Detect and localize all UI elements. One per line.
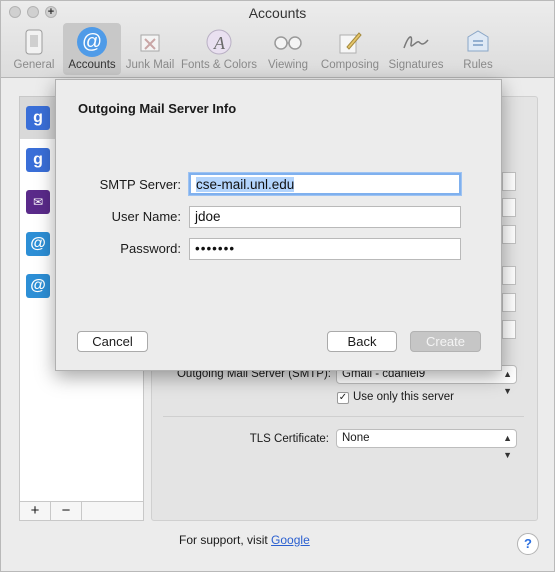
tab-signatures-label: Signatures bbox=[388, 59, 444, 71]
password-input[interactable]: ••••••• bbox=[189, 238, 461, 260]
user-name-input[interactable]: jdoe bbox=[189, 206, 461, 228]
add-account-button[interactable]: + bbox=[20, 502, 51, 520]
at-account-icon: @ bbox=[26, 274, 50, 298]
password-input-value: ••••••• bbox=[195, 241, 236, 256]
tab-rules-label: Rules bbox=[463, 59, 493, 71]
tab-general-label: General bbox=[13, 59, 55, 71]
preferences-toolbar: General @ Accounts Junk Mail A Fonts & C… bbox=[5, 23, 507, 75]
divider bbox=[163, 416, 524, 417]
support-label: For support, visit bbox=[179, 533, 268, 547]
rules-icon bbox=[463, 27, 493, 57]
tab-junk-mail-label: Junk Mail bbox=[125, 59, 175, 71]
cancel-button[interactable]: Cancel bbox=[77, 331, 148, 352]
tls-certificate-label: TLS Certificate: bbox=[249, 433, 329, 445]
bg-text-field[interactable] bbox=[502, 266, 516, 285]
tab-viewing[interactable]: Viewing bbox=[259, 23, 317, 75]
user-name-input-value: jdoe bbox=[195, 209, 221, 224]
tab-general[interactable]: General bbox=[5, 23, 63, 75]
window-title: Accounts bbox=[248, 5, 307, 21]
tab-accounts[interactable]: @ Accounts bbox=[63, 23, 121, 75]
general-icon bbox=[19, 27, 49, 57]
select-arrows-icon: ▲ ▼ bbox=[503, 433, 512, 460]
yahoo-mail-icon: ✉ bbox=[26, 190, 50, 214]
svg-text:A: A bbox=[213, 33, 226, 53]
at-account-icon: @ bbox=[26, 232, 50, 256]
signature-icon bbox=[401, 27, 431, 57]
smtp-server-input[interactable]: cse-mail.unl.edu bbox=[189, 173, 461, 195]
preferences-window: + Accounts General @ Accounts Junk Mail bbox=[0, 0, 555, 572]
support-text: For support, visit Google bbox=[179, 533, 310, 547]
google-icon: g bbox=[26, 148, 50, 172]
tab-junk-mail[interactable]: Junk Mail bbox=[121, 23, 179, 75]
smtp-server-input-value: cse-mail.unl.edu bbox=[196, 177, 295, 192]
help-button[interactable]: ? bbox=[517, 533, 539, 555]
glasses-icon bbox=[273, 27, 303, 57]
tab-fonts-colors-label: Fonts & Colors bbox=[180, 59, 258, 71]
bg-text-field[interactable] bbox=[502, 172, 516, 191]
tab-signatures[interactable]: Signatures bbox=[383, 23, 449, 75]
remove-account-button[interactable]: − bbox=[51, 502, 82, 520]
support-link[interactable]: Google bbox=[271, 533, 310, 547]
outgoing-mail-server-dialog: Outgoing Mail Server Info SMTP Server: c… bbox=[55, 79, 502, 371]
title-bar: + Accounts General @ Accounts Junk Mail bbox=[1, 1, 554, 78]
tls-certificate-value: None bbox=[342, 432, 370, 444]
bg-text-field[interactable] bbox=[502, 320, 516, 339]
google-icon: g bbox=[26, 106, 50, 130]
use-only-server-checkbox[interactable]: ✓ bbox=[337, 392, 349, 404]
tls-certificate-select[interactable]: None ▲ ▼ bbox=[336, 429, 517, 460]
tab-rules[interactable]: Rules bbox=[449, 23, 507, 75]
tab-fonts-colors[interactable]: A Fonts & Colors bbox=[179, 23, 259, 75]
pencil-icon bbox=[335, 27, 365, 57]
tab-composing-label: Composing bbox=[320, 59, 380, 71]
user-name-field-label: User Name: bbox=[111, 209, 181, 224]
junk-mail-icon bbox=[135, 27, 165, 57]
bg-text-field[interactable] bbox=[502, 198, 516, 217]
at-icon: @ bbox=[77, 27, 107, 57]
bg-text-field[interactable] bbox=[502, 225, 516, 244]
password-field-label: Password: bbox=[120, 241, 181, 256]
tab-accounts-label: Accounts bbox=[68, 59, 116, 71]
dialog-title: Outgoing Mail Server Info bbox=[78, 101, 237, 116]
back-button[interactable]: Back bbox=[327, 331, 397, 352]
tab-viewing-label: Viewing bbox=[267, 59, 309, 71]
smtp-server-field-label: SMTP Server: bbox=[99, 177, 181, 192]
tab-composing[interactable]: Composing bbox=[317, 23, 383, 75]
use-only-server-label: Use only this server bbox=[353, 391, 454, 403]
bg-text-field[interactable] bbox=[502, 293, 516, 312]
accounts-list-footer: + − bbox=[19, 501, 144, 521]
select-arrows-icon: ▲ ▼ bbox=[503, 369, 512, 396]
create-button[interactable]: Create bbox=[410, 331, 481, 352]
fonts-colors-icon: A bbox=[204, 27, 234, 57]
